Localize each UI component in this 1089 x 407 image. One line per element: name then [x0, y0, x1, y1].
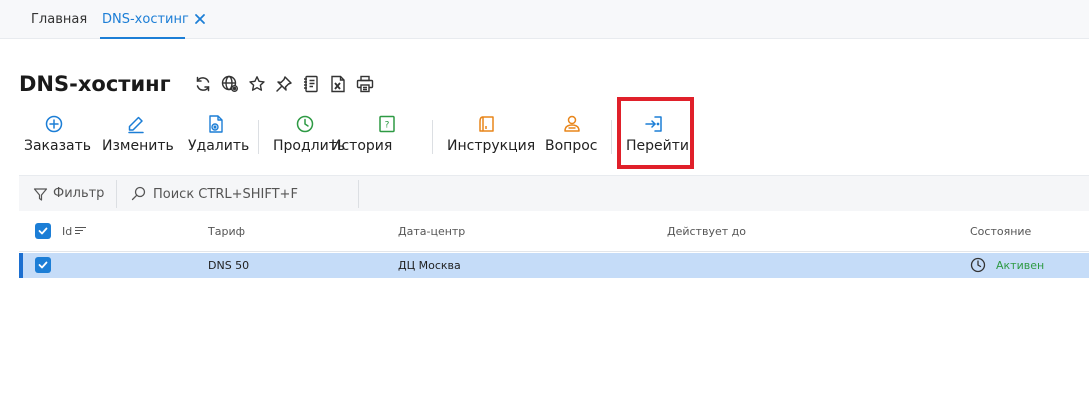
- goto-button-label: Перейти: [626, 138, 689, 154]
- instruction-icon: [477, 114, 497, 134]
- star-icon[interactable]: [246, 73, 268, 95]
- plus-circle-icon: [44, 114, 64, 134]
- page-title: DNS-хостинг: [19, 72, 171, 96]
- edit-button[interactable]: Изменить: [102, 108, 174, 168]
- search-box: [129, 176, 355, 212]
- toolbar-divider: [258, 120, 259, 154]
- instruction-button[interactable]: Инструкция: [447, 108, 535, 168]
- svg-text:?: ?: [385, 121, 390, 131]
- tab-bar: Главная DNS-хостинг: [0, 0, 1089, 39]
- row-checkbox[interactable]: [35, 257, 51, 273]
- tab-dns-hosting-label: DNS-хостинг: [102, 12, 189, 27]
- clock-icon: [970, 257, 986, 273]
- filter-bar: Фильтр: [19, 175, 1089, 211]
- excel-export-icon[interactable]: [327, 73, 349, 95]
- history-button-label: История: [331, 138, 393, 154]
- close-tab-icon[interactable]: [193, 11, 207, 25]
- filter-divider: [358, 180, 359, 208]
- table-header: Id Тариф Дата-центр Действует до Состоян…: [19, 212, 1089, 252]
- print-icon[interactable]: [354, 73, 376, 95]
- history-button[interactable]: ? История: [331, 108, 395, 168]
- column-id-label: Id: [62, 225, 73, 238]
- active-tab-indicator: [100, 37, 185, 39]
- status-badge: Активен: [996, 259, 1045, 272]
- column-header-id[interactable]: Id: [62, 212, 87, 252]
- globe-settings-icon[interactable]: [219, 73, 241, 95]
- column-header-datacenter[interactable]: Дата-центр: [398, 212, 465, 252]
- filter-icon: [33, 188, 48, 201]
- notebook-icon[interactable]: [300, 73, 322, 95]
- delete-document-icon: [206, 114, 226, 134]
- support-person-icon: [562, 114, 582, 134]
- action-toolbar: Заказать Изменить Удалить Продлить ? Ист…: [0, 97, 1089, 174]
- pencil-icon: [126, 114, 146, 134]
- refresh-icon[interactable]: [192, 73, 214, 95]
- order-button[interactable]: Заказать: [24, 108, 91, 168]
- cell-datacenter: ДЦ Москва: [398, 259, 461, 272]
- instruction-button-label: Инструкция: [447, 138, 536, 154]
- enter-door-icon: [644, 114, 664, 134]
- tab-dns-hosting[interactable]: DNS-хостинг: [100, 0, 189, 39]
- toolbar-divider: [611, 120, 612, 154]
- question-button-label: Вопрос: [545, 138, 598, 154]
- search-icon: [131, 186, 146, 201]
- column-header-status[interactable]: Состояние: [970, 212, 1031, 252]
- filter-button-label: Фильтр: [53, 186, 105, 201]
- toolbar-divider: [432, 120, 433, 154]
- order-button-label: Заказать: [24, 138, 92, 154]
- question-button[interactable]: Вопрос: [545, 108, 598, 168]
- select-all-checkbox[interactable]: [35, 223, 51, 239]
- search-input[interactable]: [153, 182, 353, 206]
- goto-button[interactable]: Перейти: [626, 108, 689, 168]
- history-book-icon: ?: [377, 114, 397, 134]
- app-root: Главная DNS-хостинг DNS-хостинг Заказать…: [0, 0, 1089, 407]
- filter-button[interactable]: Фильтр: [33, 176, 104, 212]
- renew-button[interactable]: Продлить: [273, 108, 345, 168]
- delete-button-label: Удалить: [188, 138, 250, 154]
- column-header-valid-until[interactable]: Действует до: [667, 212, 746, 252]
- table-row[interactable]: DNS 50 ДЦ Москва Активен: [19, 253, 1089, 278]
- filter-divider: [116, 180, 117, 208]
- clock-renew-icon: [295, 114, 315, 134]
- pin-icon[interactable]: [273, 73, 295, 95]
- delete-button[interactable]: Удалить: [188, 108, 249, 168]
- sort-icon[interactable]: [74, 226, 87, 236]
- column-header-tariff[interactable]: Тариф: [208, 212, 245, 252]
- edit-button-label: Изменить: [102, 138, 174, 154]
- cell-tariff: DNS 50: [208, 259, 250, 272]
- tab-home[interactable]: Главная: [31, 0, 87, 39]
